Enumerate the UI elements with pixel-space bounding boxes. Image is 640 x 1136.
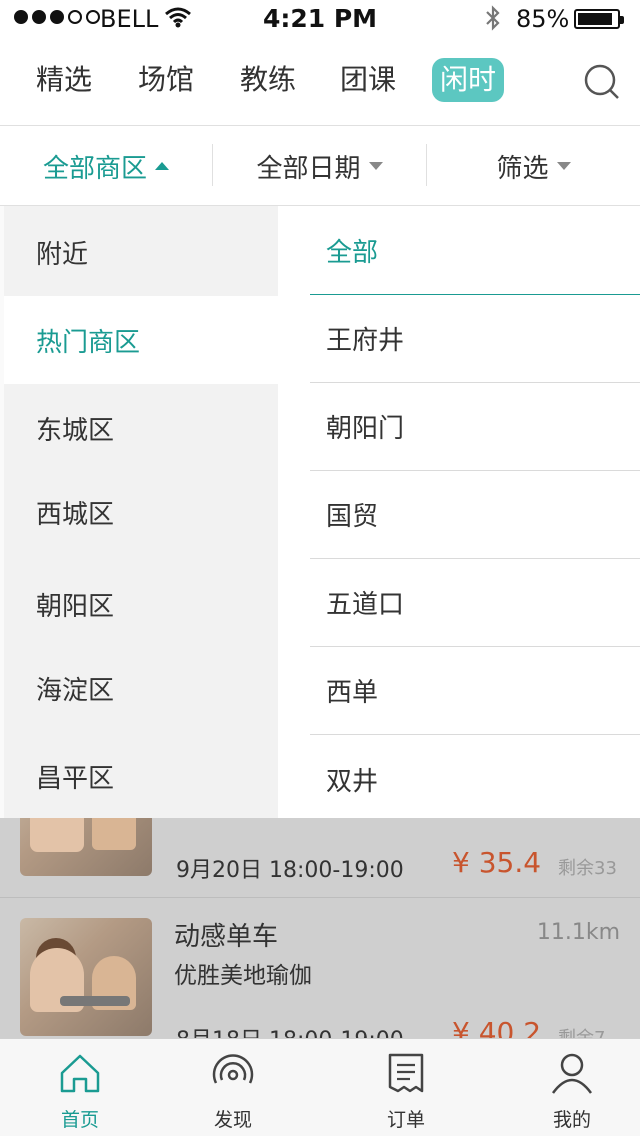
caret-up-icon [155,162,169,170]
district-item-haidian[interactable]: 海淀区 [4,644,278,732]
tab-venues[interactable]: 场馆 [138,58,194,102]
tab-discover-label: 发现 [213,1109,252,1131]
area-item-xidan[interactable]: 西单 [310,647,640,735]
tab-group-classes[interactable]: 团课 [340,58,396,102]
district-item-chaoyang[interactable]: 朝阳区 [4,560,278,648]
receipt-icon [388,1053,424,1093]
class-remaining: 剩余33 [558,858,617,879]
bottom-tab-bar: 首页 发现 订单 我的 [0,1038,640,1136]
tab-discover[interactable]: 发现 [153,1039,313,1136]
user-icon [551,1053,593,1094]
filter-area[interactable]: 全部商区 [0,126,212,206]
bluetooth-icon [484,4,502,38]
area-item-guomao[interactable]: 国贸 [310,471,640,559]
class-title: 动感单车 [174,922,279,952]
tab-off-peak[interactable]: 闲时 [432,58,505,102]
area-item-wangfujing[interactable]: 王府井 [310,295,640,383]
class-thumbnail [20,818,152,876]
tab-coaches[interactable]: 教练 [240,58,296,102]
district-list: 附近 热门商区 东城区 西城区 朝阳区 海淀区 昌平区 [4,206,278,818]
caret-down-icon [556,162,571,170]
list-item[interactable]: 动感单车 11.1km 优胜美地瑜伽 8月18日 18:00-19:00 ¥ 4… [0,898,640,1038]
area-dropdown: 附近 热门商区 东城区 西城区 朝阳区 海淀区 昌平区 全部 王府井 朝阳门 国… [0,206,640,818]
district-item-nearby[interactable]: 附近 [4,208,278,296]
class-remaining: 剩余7 [558,1024,605,1038]
area-item-shuangjing[interactable]: 双井 [310,735,640,823]
class-distance: 11.1km [536,920,620,945]
area-item-chaoyangmen[interactable]: 朝阳门 [310,383,640,471]
class-time: 9月20日 18:00-19:00 [176,858,404,883]
filter-more[interactable]: 筛选 [427,126,640,206]
status-bar: BELL 4:21 PM 85% [0,0,640,40]
tab-profile-label: 我的 [552,1109,591,1131]
filter-area-label: 全部商区 [42,153,147,184]
class-price: ¥ 35.4 [452,846,542,879]
filter-date-label: 全部日期 [256,153,361,184]
home-icon [60,1054,100,1093]
search-button[interactable] [580,60,624,104]
battery-icon [574,9,624,29]
search-icon [584,64,619,99]
district-item-dongcheng[interactable]: 东城区 [4,384,278,472]
business-area-list: 全部 王府井 朝阳门 国贸 五道口 西单 双井 [278,206,640,818]
tab-home[interactable]: 首页 [0,1039,160,1136]
filter-bar: 全部商区 全部日期 筛选 [0,126,640,206]
class-thumbnail [20,918,152,1036]
list-item[interactable]: 9月20日 18:00-19:00 ¥ 35.4 剩余33 [0,818,640,898]
tab-profile[interactable]: 我的 [492,1039,640,1136]
district-item-changping[interactable]: 昌平区 [4,732,278,820]
area-item-wudaokou[interactable]: 五道口 [310,559,640,647]
tab-orders-label: 订单 [386,1109,425,1131]
class-venue: 优胜美地瑜伽 [174,963,312,989]
tab-orders[interactable]: 订单 [326,1039,486,1136]
filter-more-label: 筛选 [496,153,549,184]
caret-down-icon [368,162,383,170]
tab-home-label: 首页 [60,1109,99,1131]
class-time: 8月18日 18:00-19:00 [176,1022,404,1038]
tab-featured[interactable]: 精选 [36,58,92,102]
class-list: 9月20日 18:00-19:00 ¥ 35.4 剩余33 动感单车 11.1k… [0,818,640,1038]
area-item-all[interactable]: 全部 [310,207,640,295]
top-category-nav: 精选 场馆 教练 团课 闲时 [0,40,640,126]
radar-icon [212,1054,254,1084]
filter-date[interactable]: 全部日期 [213,126,426,206]
class-price: ¥ 40.2 [452,1016,542,1038]
battery-percent: 85% [516,5,570,33]
district-item-hot[interactable]: 热门商区 [4,296,278,384]
district-item-xicheng[interactable]: 西城区 [4,468,278,556]
